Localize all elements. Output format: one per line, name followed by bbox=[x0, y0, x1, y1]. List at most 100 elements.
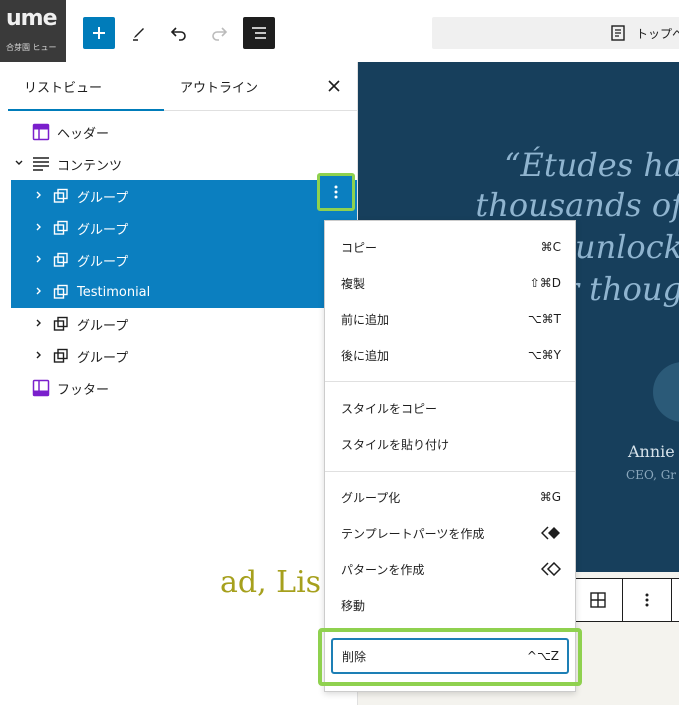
template-part-footer-icon bbox=[31, 378, 51, 398]
post-content-icon bbox=[31, 154, 51, 174]
menu-item-shortcut: ⌥⌘T bbox=[527, 312, 561, 326]
list-item-label: フッター bbox=[57, 382, 110, 398]
page-icon bbox=[611, 25, 625, 41]
menu-item-label: 複製 bbox=[341, 276, 366, 291]
editor-toolbar: ume 合芽園 ヒュー トップへ bbox=[0, 0, 679, 62]
author-role: CEO, Gr bbox=[626, 468, 677, 482]
chevron-down-icon[interactable] bbox=[11, 158, 27, 171]
menu-item-label: グループ化 bbox=[341, 490, 401, 505]
block-options-button[interactable] bbox=[317, 173, 355, 211]
group-icon bbox=[51, 186, 71, 206]
menu-item-shortcut: ⌘G bbox=[539, 490, 561, 504]
menu-item-shortcut: ⇧⌘D bbox=[529, 276, 561, 290]
panel-tabs: リストビュー アウトライン bbox=[8, 62, 357, 111]
group-icon bbox=[51, 346, 71, 366]
list-item-label: グループ bbox=[77, 254, 129, 270]
list-item-label: グループ bbox=[77, 222, 129, 238]
list-item-header[interactable]: ヘッダー bbox=[11, 116, 357, 148]
menu-item-shortcut: ⌘C bbox=[540, 240, 561, 254]
group-icon bbox=[51, 314, 71, 334]
menu-item-label: テンプレートパーツを作成 bbox=[341, 526, 485, 541]
document-title: トップへ bbox=[636, 26, 679, 41]
list-item-group[interactable]: グループ bbox=[11, 340, 357, 372]
list-item-group[interactable]: グループ bbox=[11, 308, 357, 340]
quote-line: “Études ha bbox=[504, 146, 679, 184]
menu-separator bbox=[325, 471, 575, 472]
more-options-button[interactable] bbox=[623, 579, 672, 621]
list-view-toggle[interactable] bbox=[243, 17, 275, 49]
redo-button[interactable] bbox=[203, 17, 235, 49]
menu-item-insert-after[interactable]: 後に追加 ⌥⌘Y bbox=[341, 337, 561, 373]
menu-item-shortcut: ⌥⌘Y bbox=[527, 348, 561, 362]
group-icon bbox=[51, 250, 71, 270]
tools-button[interactable] bbox=[123, 17, 155, 49]
group-icon bbox=[51, 282, 71, 302]
document-bar[interactable]: トップへ bbox=[432, 17, 679, 49]
menu-item-shortcut: ^⌥Z bbox=[526, 649, 559, 663]
tab-outline[interactable]: アウトライン bbox=[180, 62, 258, 110]
grid-icon bbox=[590, 592, 606, 608]
list-item-group[interactable]: グループ bbox=[11, 180, 357, 212]
align-button[interactable] bbox=[574, 579, 623, 621]
block-toolbar bbox=[573, 578, 679, 622]
undo-button[interactable] bbox=[163, 17, 195, 49]
menu-item-create-template-part[interactable]: テンプレートパーツを作成 bbox=[341, 515, 561, 551]
close-icon bbox=[328, 80, 340, 92]
menu-item-copy-styles[interactable]: スタイルをコピー bbox=[341, 390, 561, 426]
list-item-label: コンテンツ bbox=[57, 158, 123, 174]
pencil-icon bbox=[133, 28, 144, 41]
list-item-label: グループ bbox=[77, 190, 129, 206]
site-logo[interactable]: ume 合芽園 ヒュー bbox=[0, 0, 66, 62]
plus-icon bbox=[93, 27, 105, 39]
list-item-label: グループ bbox=[77, 350, 129, 366]
menu-item-copy[interactable]: コピー ⌘C bbox=[341, 229, 561, 265]
more-vertical-icon bbox=[334, 185, 338, 199]
menu-item-duplicate[interactable]: 複製 ⇧⌘D bbox=[341, 265, 561, 301]
menu-item-label: スタイルをコピー bbox=[341, 401, 438, 416]
list-item-label: ヘッダー bbox=[57, 126, 110, 142]
menu-separator bbox=[325, 631, 575, 632]
menu-item-create-pattern[interactable]: パターンを作成 bbox=[341, 551, 561, 587]
menu-separator bbox=[325, 381, 575, 382]
chevron-right-icon[interactable] bbox=[31, 286, 47, 299]
list-item-label: Testimonial bbox=[77, 284, 151, 300]
menu-item-paste-styles[interactable]: スタイルを貼り付け bbox=[341, 426, 561, 462]
menu-item-label: パターンを作成 bbox=[341, 562, 425, 577]
menu-item-label: スタイルを貼り付け bbox=[341, 437, 450, 452]
more-vertical-icon bbox=[645, 593, 649, 607]
menu-item-delete[interactable]: 削除 ^⌥Z bbox=[331, 638, 569, 674]
list-item-label: グループ bbox=[77, 318, 129, 334]
logo-text: ume bbox=[6, 6, 58, 31]
quote-line: thousands of bbox=[475, 186, 679, 224]
list-item-group[interactable]: グループ bbox=[11, 212, 357, 244]
chevron-right-icon[interactable] bbox=[31, 350, 47, 363]
chevron-right-icon[interactable] bbox=[31, 318, 47, 331]
chevron-right-icon[interactable] bbox=[31, 254, 47, 267]
quote-line: unlock bbox=[574, 228, 679, 266]
menu-item-insert-before[interactable]: 前に追加 ⌥⌘T bbox=[341, 301, 561, 337]
tab-list-view[interactable]: リストビュー bbox=[8, 62, 164, 111]
chevron-right-icon[interactable] bbox=[31, 190, 47, 203]
list-item-testimonial[interactable]: Testimonial bbox=[11, 276, 357, 308]
chevron-right-icon[interactable] bbox=[31, 222, 47, 235]
menu-item-move[interactable]: 移動 bbox=[341, 587, 561, 623]
template-part-filled-icon bbox=[541, 526, 560, 540]
avatar bbox=[653, 362, 679, 422]
logo-subtext: 合芽園 ヒュー bbox=[6, 43, 57, 52]
list-item-group[interactable]: グループ bbox=[11, 244, 357, 276]
list-item-content[interactable]: コンテンツ bbox=[11, 148, 357, 180]
list-view-panel: リストビュー アウトライン ヘッダー コンテンツ グループ グループ グループ … bbox=[8, 62, 357, 705]
add-block-button[interactable] bbox=[83, 17, 115, 49]
template-part-header-icon bbox=[31, 122, 51, 142]
redo-icon bbox=[212, 27, 228, 41]
author-name: Annie bbox=[628, 442, 675, 461]
quote-line: r thoug bbox=[563, 270, 679, 308]
menu-item-label: コピー bbox=[341, 240, 378, 255]
menu-item-label: 前に追加 bbox=[341, 312, 390, 327]
close-panel-button[interactable] bbox=[324, 76, 344, 96]
list-item-footer[interactable]: フッター bbox=[11, 372, 357, 404]
menu-item-group[interactable]: グループ化 ⌘G bbox=[341, 479, 561, 515]
menu-item-label: 後に追加 bbox=[341, 348, 390, 363]
pattern-icon bbox=[541, 562, 561, 576]
list-view-icon bbox=[252, 27, 266, 39]
